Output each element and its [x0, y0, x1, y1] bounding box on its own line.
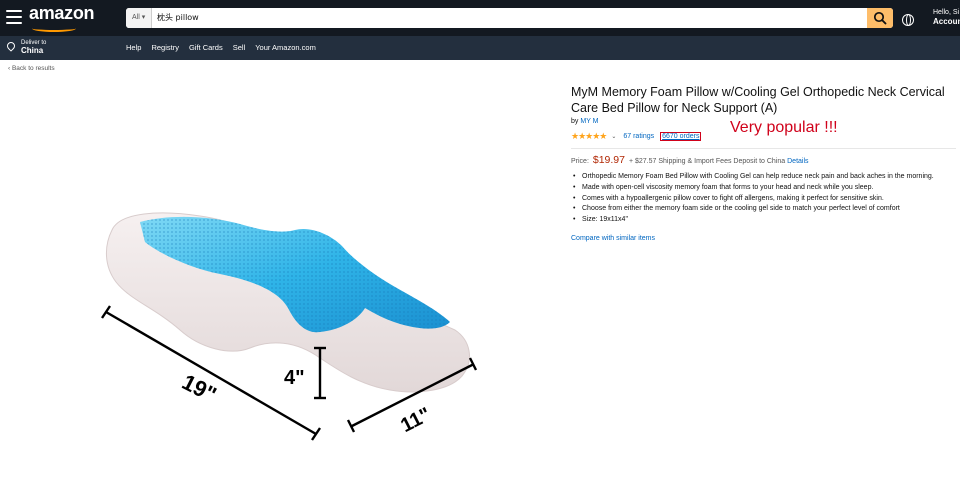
- orders-count: 6670 orders: [660, 131, 702, 141]
- account-greeting: Hello, Si: [933, 9, 960, 16]
- price-value: $19.97: [592, 154, 625, 166]
- back-to-results-link[interactable]: ‹ Back to results: [8, 65, 55, 72]
- top-nav: amazon All ▾ 枕头 pillow Hello, Si Accoun: [0, 0, 960, 36]
- search-button[interactable]: [867, 8, 893, 28]
- compare-similar-link[interactable]: Compare with similar items: [571, 235, 956, 242]
- account-label: Accoun: [933, 17, 960, 26]
- deliver-location: China: [21, 46, 44, 55]
- nav-link-your-amazon[interactable]: Your Amazon.com: [255, 43, 316, 52]
- secondary-nav: Deliver to China Help Registry Gift Card…: [0, 36, 960, 60]
- product-image[interactable]: 19" 4" 11": [90, 190, 490, 450]
- account-menu[interactable]: Hello, Si Accoun: [933, 8, 960, 26]
- search-input[interactable]: 枕头 pillow: [157, 8, 862, 28]
- globe-icon[interactable]: [902, 14, 914, 26]
- product-title: MyM Memory Foam Pillow w/Cooling Gel Ort…: [571, 85, 945, 115]
- by-label: by: [571, 118, 579, 125]
- list-item: Orthopedic Memory Foam Bed Pillow with C…: [571, 172, 956, 183]
- dimension-height-label: 4": [284, 367, 305, 389]
- chevron-down-icon[interactable]: ⌄: [611, 133, 616, 140]
- list-item: Choose from either the memory foam side …: [571, 204, 956, 215]
- list-item: Comes with a hypoallergenic pillow cover…: [571, 194, 956, 205]
- divider: [571, 148, 956, 149]
- popularity-annotation: Very popular !!!: [730, 119, 838, 136]
- nav-link-gift-cards[interactable]: Gift Cards: [189, 43, 223, 52]
- list-item: Size: 19x11x4": [571, 215, 956, 226]
- location-pin-icon: [5, 40, 17, 52]
- list-item: Made with open-cell viscosity memory foa…: [571, 183, 956, 194]
- price-row: Price: $19.97 + $27.57 Shipping & Import…: [571, 154, 956, 166]
- search-icon: [873, 11, 887, 25]
- dimension-width-label: 11": [397, 404, 434, 438]
- amazon-logo[interactable]: amazon: [29, 3, 95, 24]
- shipping-details-link[interactable]: Details: [787, 158, 808, 165]
- nav-links: Help Registry Gift Cards Sell Your Amazo…: [126, 43, 316, 52]
- nav-link-sell[interactable]: Sell: [233, 43, 246, 52]
- shipping-text: + $27.57 Shipping & Import Fees Deposit …: [628, 158, 786, 165]
- price-label: Price:: [571, 158, 589, 165]
- nav-link-registry[interactable]: Registry: [151, 43, 179, 52]
- feature-bullets: Orthopedic Memory Foam Bed Pillow with C…: [571, 172, 956, 226]
- brand-link[interactable]: MY M: [580, 118, 598, 125]
- logo-smile-icon: [32, 25, 76, 32]
- nav-link-help[interactable]: Help: [126, 43, 141, 52]
- search-bar: All ▾ 枕头 pillow: [126, 8, 893, 28]
- ratings-link[interactable]: 67 ratings: [623, 133, 654, 140]
- deliver-to[interactable]: Deliver to China: [5, 39, 46, 55]
- star-rating-icon[interactable]: ★★★★★: [571, 131, 607, 142]
- search-category-dropdown[interactable]: All ▾: [126, 8, 152, 28]
- product-detail: MyM Memory Foam Pillow w/Cooling Gel Ort…: [571, 84, 956, 242]
- hamburger-menu-icon[interactable]: [6, 10, 22, 24]
